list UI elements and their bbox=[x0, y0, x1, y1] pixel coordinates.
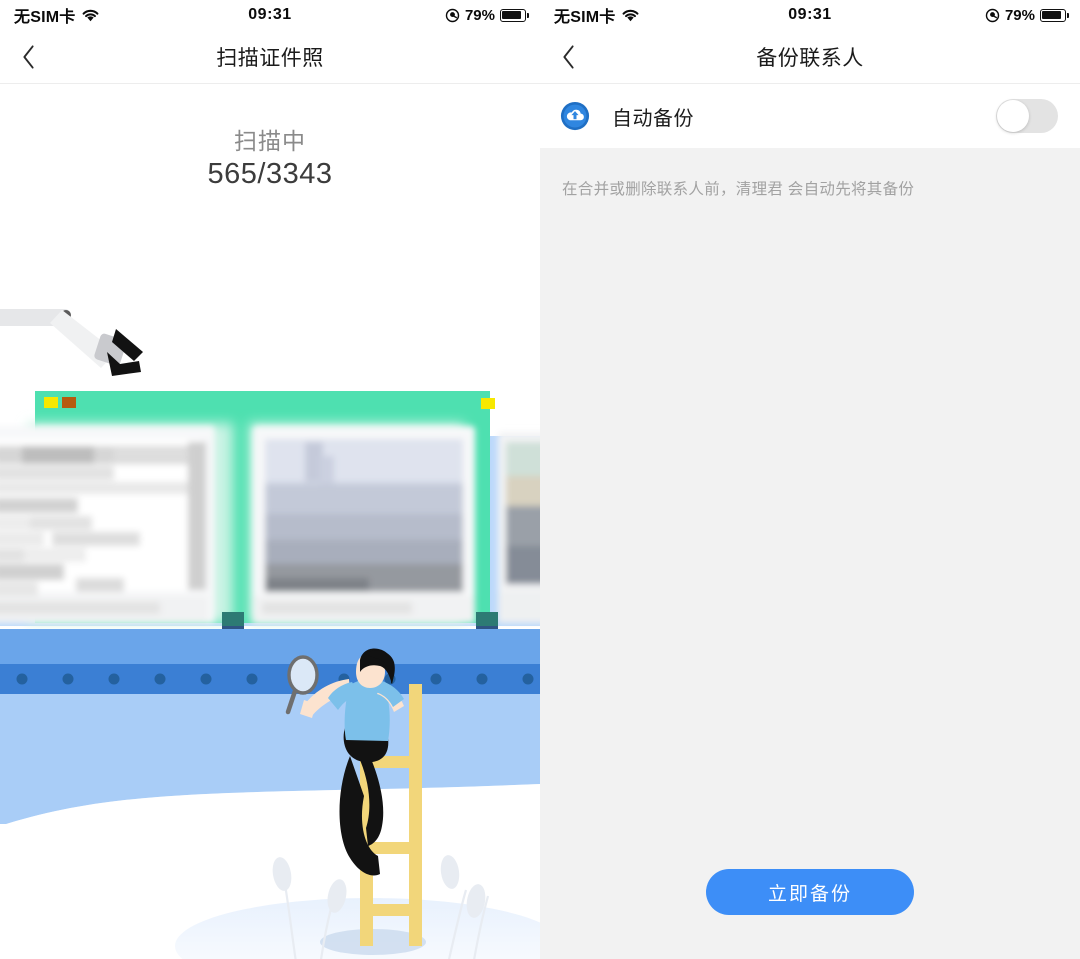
scan-status-label: 扫描中 bbox=[234, 128, 306, 154]
conveyor-belt-icon bbox=[0, 629, 540, 716]
right-phone-screen: 无SIM卡 09:31 79% 备份联系人 自动备份 在合并或删除联系人前，清理… bbox=[540, 0, 1080, 959]
page-title-right: 备份联系人 bbox=[756, 46, 864, 70]
status-bar-right-group-2: 79% bbox=[985, 6, 1069, 24]
robot-arm-icon bbox=[0, 309, 143, 376]
location-icon bbox=[985, 8, 1000, 22]
status-bar-left: 无SIM卡 09:31 79% bbox=[0, 0, 540, 30]
back-button-right[interactable] bbox=[540, 30, 596, 84]
status-bar-right-group: 79% bbox=[445, 6, 529, 24]
auto-backup-label: 自动备份 bbox=[612, 107, 694, 130]
nav-bar-right: 备份联系人 bbox=[540, 30, 1080, 84]
location-icon bbox=[445, 8, 460, 22]
page-title-left: 扫描证件照 bbox=[216, 46, 324, 70]
scan-content-area: 扫描中 565/3343 bbox=[0, 84, 540, 959]
scan-count-label: 565/3343 bbox=[207, 158, 333, 190]
back-button-left[interactable] bbox=[0, 30, 56, 84]
dual-screenshot-container: 无SIM卡 09:31 79% 扫描证件照 扫描中 565/3343 无SIM卡… bbox=[0, 0, 1080, 959]
scan-illustration-svg bbox=[0, 309, 540, 959]
battery-icon bbox=[500, 8, 529, 22]
scan-illustration bbox=[0, 84, 540, 959]
backup-hint-text: 在合并或删除联系人前，清理君 会自动先将其备份 bbox=[562, 181, 915, 198]
nav-bar-left: 扫描证件照 bbox=[0, 30, 540, 84]
battery-percent-label-2: 79% bbox=[1004, 6, 1035, 24]
scanned-document-3 bbox=[498, 432, 540, 623]
backup-content-area: 自动备份 在合并或删除联系人前，清理君 会自动先将其备份 立即备份 bbox=[540, 84, 1080, 959]
backup-now-button[interactable]: 立即备份 bbox=[706, 869, 914, 915]
auto-backup-toggle[interactable] bbox=[996, 99, 1058, 133]
status-bar-right: 无SIM卡 09:31 79% bbox=[540, 0, 1080, 30]
cloud-upload-icon bbox=[560, 101, 590, 131]
chevron-left-icon bbox=[22, 44, 34, 69]
scanned-document-1 bbox=[0, 426, 215, 623]
battery-icon bbox=[1040, 8, 1069, 22]
scanned-document-2 bbox=[253, 426, 475, 623]
chevron-left-icon bbox=[562, 44, 574, 69]
auto-backup-row[interactable]: 自动备份 bbox=[540, 84, 1080, 148]
toggle-knob bbox=[997, 100, 1029, 132]
battery-percent-label: 79% bbox=[464, 6, 495, 24]
left-phone-screen: 无SIM卡 09:31 79% 扫描证件照 扫描中 565/3343 bbox=[0, 0, 540, 959]
